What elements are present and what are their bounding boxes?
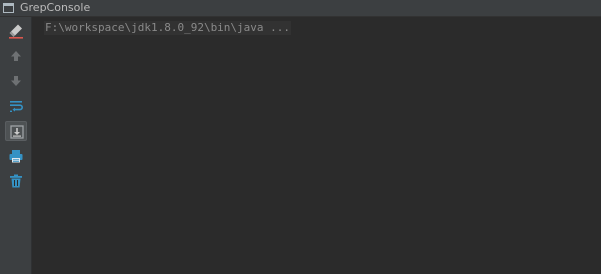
window-icon	[3, 3, 14, 13]
print-icon	[9, 150, 23, 163]
print-button[interactable]	[5, 146, 27, 166]
down-button[interactable]	[5, 71, 27, 91]
console-output[interactable]: F:\workspace\jdk1.8.0_92\bin\java ...	[32, 17, 601, 274]
up-button[interactable]	[5, 46, 27, 66]
clear-highlight-button[interactable]	[5, 21, 27, 41]
soft-wrap-button[interactable]	[5, 96, 27, 116]
clear-highlight-icon	[9, 24, 23, 39]
scroll-to-end-icon	[10, 125, 24, 139]
soft-wrap-icon	[10, 101, 23, 112]
scroll-to-end-button[interactable]	[5, 121, 27, 141]
arrow-down-icon	[11, 76, 21, 86]
clear-all-button[interactable]	[5, 171, 27, 191]
console-line: F:\workspace\jdk1.8.0_92\bin\java ...	[44, 21, 292, 35]
console-toolbar	[0, 17, 32, 274]
trash-icon	[10, 174, 22, 188]
title-bar: GrepConsole	[0, 0, 601, 17]
window-title: GrepConsole	[20, 1, 91, 14]
arrow-up-icon	[11, 51, 21, 61]
